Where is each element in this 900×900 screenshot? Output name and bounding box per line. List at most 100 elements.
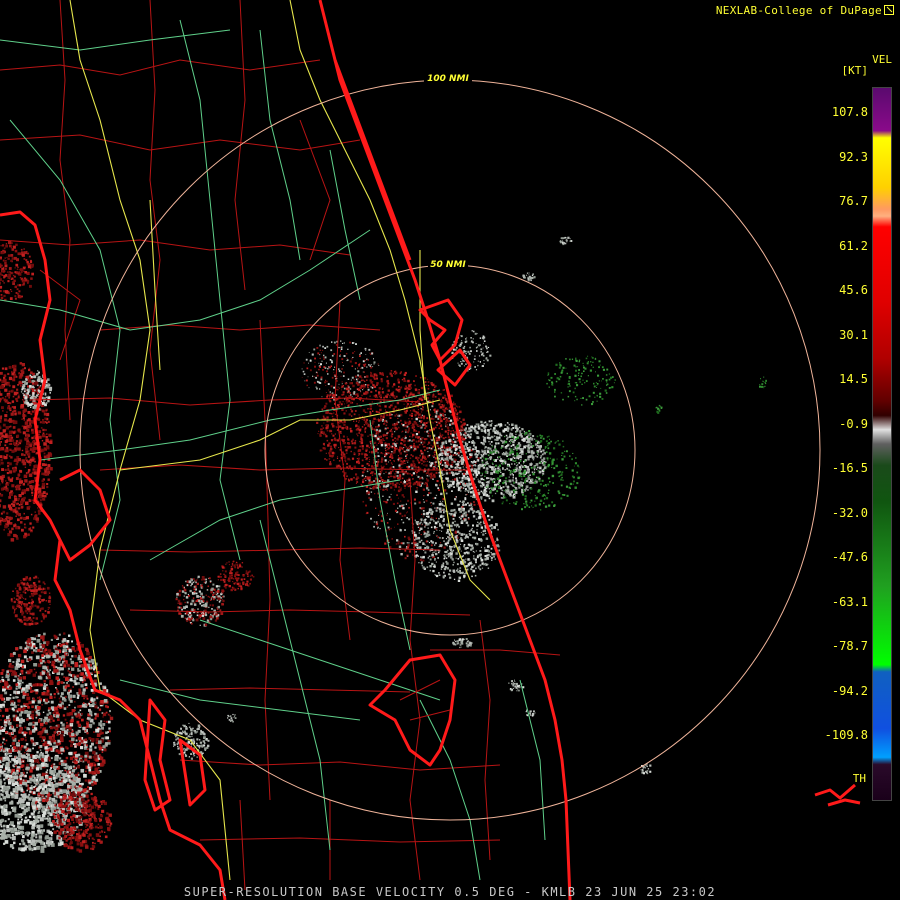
echo-pixel	[431, 405, 434, 408]
echo-pixel	[399, 478, 402, 480]
echo-pixel	[464, 498, 467, 501]
echo-pixel	[427, 421, 429, 423]
echo-pixel	[545, 495, 547, 497]
echo-pixel	[592, 361, 594, 363]
echo-pixel	[554, 442, 556, 444]
echo-pixel	[504, 424, 507, 426]
echo-pixel	[405, 503, 407, 505]
echo-pixel	[424, 483, 426, 485]
echo-pixel	[329, 461, 332, 463]
echo-pixel	[341, 383, 343, 385]
echo-pixel	[428, 454, 430, 457]
echo-pixel	[417, 466, 420, 469]
echo-pixel	[491, 445, 494, 448]
echo-pixel	[366, 397, 368, 399]
echo-pixel	[488, 488, 490, 490]
echo-pixel	[8, 390, 11, 393]
echo-pixel	[391, 433, 394, 436]
echo-pixel	[578, 476, 581, 479]
echo-pixel	[423, 530, 426, 533]
echo-pixel	[324, 458, 326, 460]
echo-pixel	[30, 413, 33, 416]
echo-pixel	[27, 533, 30, 536]
echo-pixel	[608, 373, 611, 375]
echo-pixel	[325, 362, 327, 364]
echo-pixel	[303, 362, 305, 364]
echo-pixel	[543, 452, 546, 455]
echo-pixel	[357, 378, 359, 380]
echo-pixel	[438, 397, 440, 400]
echo-pixel	[410, 473, 411, 474]
echo-pixel	[341, 393, 344, 396]
echo-pixel	[399, 446, 402, 450]
echo-pixel	[480, 540, 482, 542]
echo-pixel	[407, 544, 410, 547]
echo-pixel	[485, 345, 487, 348]
echo-pixel	[367, 359, 369, 361]
echo-pixel	[473, 555, 475, 557]
echo-pixel	[380, 439, 383, 442]
echo-pixel	[27, 483, 30, 486]
echo-pixel	[493, 427, 496, 430]
echo-pixel	[529, 492, 531, 494]
echo-pixel	[454, 520, 456, 523]
echo-pixel	[480, 441, 483, 444]
echo-pixel	[472, 338, 474, 340]
echo-pixel	[470, 350, 472, 353]
echo-pixel	[41, 409, 45, 413]
echo-pixel	[471, 340, 473, 343]
echo-pixel	[397, 458, 399, 461]
echo-pixel	[327, 383, 330, 385]
echo-pixel	[330, 385, 333, 388]
echo-pixel	[38, 386, 41, 389]
echo-pixel	[26, 474, 28, 476]
echo-pixel	[8, 365, 12, 369]
echo-pixel	[564, 450, 566, 452]
echo-pixel	[505, 447, 508, 450]
echo-pixel	[419, 436, 421, 438]
echo-pixel	[347, 348, 349, 350]
echo-pixel	[360, 367, 362, 369]
echo-pixel	[509, 480, 512, 483]
echo-pixel	[354, 446, 357, 449]
echo-pixel	[411, 467, 414, 470]
echo-pixel	[528, 436, 530, 438]
echo-pixel	[558, 366, 561, 369]
echo-pixel	[369, 434, 372, 436]
echo-pixel	[397, 507, 399, 509]
echo-pixel	[326, 380, 328, 383]
echo-pixel	[460, 361, 462, 363]
echo-pixel	[420, 481, 422, 483]
echo-pixel	[391, 385, 394, 388]
echo-pixel	[328, 458, 331, 460]
echo-pixel	[379, 528, 381, 530]
echo-pixel	[408, 427, 411, 430]
echo-pixel	[340, 387, 342, 389]
echo-pixel	[328, 389, 330, 391]
echo-pixel	[19, 384, 22, 387]
echo-pixel	[507, 454, 509, 457]
echo-pixel	[460, 462, 464, 465]
echo-pixel	[382, 434, 384, 436]
echo-pixel	[319, 357, 321, 359]
echo-pixel	[412, 403, 415, 406]
echo-pixel	[453, 578, 456, 580]
echo-pixel	[397, 497, 399, 499]
echo-pixel	[484, 425, 487, 428]
echo-pixel	[460, 539, 464, 542]
echo-pixel	[384, 440, 385, 441]
echo-pixel	[514, 463, 516, 465]
echo-pixel	[364, 376, 366, 378]
echo-pixel	[524, 495, 527, 498]
echo-pixel	[523, 463, 525, 465]
echo-pixel	[333, 412, 335, 414]
echo-pixel	[406, 466, 409, 468]
echo-pixel	[432, 422, 434, 424]
echo-pixel	[397, 414, 399, 416]
echo-pixel	[509, 432, 511, 434]
echo-pixel	[438, 448, 440, 450]
echo-pixel	[430, 444, 432, 446]
echo-pixel	[425, 522, 428, 524]
echo-pixel	[479, 550, 482, 552]
echo-pixel	[404, 371, 407, 375]
